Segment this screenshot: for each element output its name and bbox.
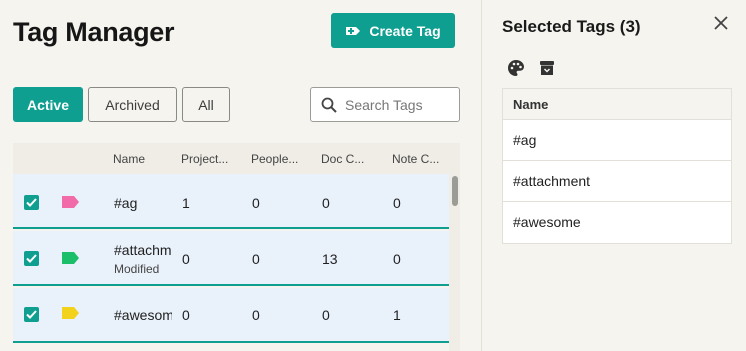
doc-count: 0 bbox=[322, 195, 330, 211]
doc-count: 0 bbox=[322, 307, 330, 323]
tag-subtitle: Modified bbox=[114, 262, 160, 276]
close-icon[interactable] bbox=[712, 14, 730, 32]
tag-color-icon bbox=[62, 307, 79, 319]
scrollbar-thumb[interactable] bbox=[452, 176, 458, 206]
table-row[interactable]: #awesome 0 0 0 1 bbox=[13, 288, 449, 343]
check-icon bbox=[26, 198, 37, 207]
row-checkbox[interactable] bbox=[24, 251, 39, 266]
column-header-name[interactable]: Name bbox=[113, 152, 145, 166]
add-tag-icon bbox=[346, 26, 361, 35]
selected-tags-table: Name #ag #attachment #awesome bbox=[502, 88, 732, 244]
filter-active-button[interactable]: Active bbox=[13, 87, 83, 122]
selected-tag-item[interactable]: #ag bbox=[503, 120, 731, 161]
note-count: 1 bbox=[393, 307, 401, 323]
selected-tag-item[interactable]: #attachment bbox=[503, 161, 731, 202]
people-count: 0 bbox=[252, 251, 260, 267]
tag-name[interactable]: #awesome bbox=[114, 307, 172, 323]
table-row[interactable]: #ag 1 0 0 0 bbox=[13, 174, 449, 229]
check-icon bbox=[26, 310, 37, 319]
tag-name[interactable]: #ag bbox=[114, 195, 172, 211]
palette-icon[interactable] bbox=[507, 59, 525, 77]
project-count: 0 bbox=[182, 251, 190, 267]
column-header-people[interactable]: People... bbox=[251, 152, 298, 166]
column-header-docs[interactable]: Doc C... bbox=[321, 152, 364, 166]
tag-color-icon bbox=[62, 252, 79, 264]
doc-count: 13 bbox=[322, 251, 338, 267]
tag-name[interactable]: #attachment bbox=[114, 242, 172, 258]
row-checkbox[interactable] bbox=[24, 307, 39, 322]
search-box[interactable] bbox=[310, 87, 460, 122]
tag-list-pane: Tag Manager Create Tag Active Archived A… bbox=[0, 0, 481, 351]
note-count: 0 bbox=[393, 251, 401, 267]
tag-color-icon bbox=[62, 196, 79, 208]
search-icon bbox=[321, 97, 337, 113]
table-header: Name Project... People... Doc C... Note … bbox=[13, 143, 460, 174]
selected-tags-panel: Selected Tags (3) Name #ag #attachment #… bbox=[481, 0, 746, 351]
people-count: 0 bbox=[252, 195, 260, 211]
check-icon bbox=[26, 254, 37, 263]
row-checkbox[interactable] bbox=[24, 195, 39, 210]
create-tag-button[interactable]: Create Tag bbox=[331, 13, 455, 48]
note-count: 0 bbox=[393, 195, 401, 211]
column-header-projects[interactable]: Project... bbox=[181, 152, 228, 166]
selected-column-header: Name bbox=[503, 89, 731, 120]
panel-title: Selected Tags (3) bbox=[502, 17, 641, 36]
filter-archived-button[interactable]: Archived bbox=[88, 87, 177, 122]
selected-tag-item[interactable]: #awesome bbox=[503, 202, 731, 243]
page-title: Tag Manager bbox=[13, 17, 175, 47]
table-row[interactable]: #attachment Modified 0 0 13 0 bbox=[13, 231, 449, 286]
tag-shape bbox=[62, 196, 79, 208]
archive-icon[interactable] bbox=[538, 59, 556, 77]
column-header-notes[interactable]: Note C... bbox=[392, 152, 439, 166]
project-count: 1 bbox=[182, 195, 190, 211]
create-tag-label: Create Tag bbox=[369, 22, 441, 39]
people-count: 0 bbox=[252, 307, 260, 323]
project-count: 0 bbox=[182, 307, 190, 323]
filter-all-button[interactable]: All bbox=[182, 87, 230, 122]
search-input[interactable] bbox=[345, 96, 445, 113]
